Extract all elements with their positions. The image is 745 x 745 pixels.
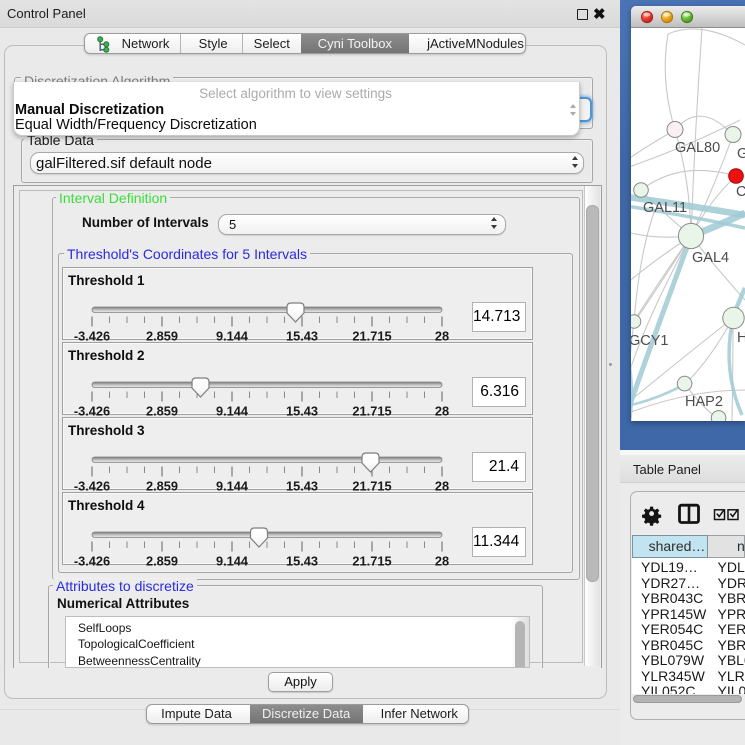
svg-text:15.43: 15.43 [286,404,318,417]
svg-text:2.859: 2.859 [146,329,178,342]
svg-text:-3.426: -3.426 [74,329,110,342]
svg-text:21.715: 21.715 [352,554,391,567]
svg-text:21.715: 21.715 [352,404,391,417]
svg-text:G: G [737,146,745,162]
svg-text:GAL11: GAL11 [643,200,687,216]
svg-text:-3.426: -3.426 [74,479,110,492]
svg-text:-3.426: -3.426 [74,554,110,567]
svg-text:GAL4: GAL4 [692,250,729,266]
svg-text:28: 28 [435,329,449,342]
svg-text:9.144: 9.144 [216,479,249,492]
svg-text:15.43: 15.43 [286,479,318,492]
svg-text:9.144: 9.144 [216,404,249,417]
svg-text:2.859: 2.859 [146,479,178,492]
svg-text:28: 28 [435,404,449,417]
svg-text:HAP2: HAP2 [685,394,723,410]
svg-text:15.43: 15.43 [286,329,318,342]
svg-text:2.859: 2.859 [146,554,178,567]
svg-text:15.43: 15.43 [286,554,318,567]
svg-text:9.144: 9.144 [216,554,249,567]
svg-text:GAL80: GAL80 [675,140,720,156]
svg-text:21.715: 21.715 [352,479,391,492]
svg-text:21.715: 21.715 [352,329,391,342]
svg-text:28: 28 [435,554,449,567]
svg-text:9.144: 9.144 [216,329,249,342]
svg-text:C: C [736,184,745,200]
svg-text:GCY1: GCY1 [631,333,669,349]
svg-text:2.859: 2.859 [146,404,178,417]
svg-text:H: H [737,330,745,346]
svg-text:-3.426: -3.426 [74,404,110,417]
svg-text:28: 28 [435,479,449,492]
